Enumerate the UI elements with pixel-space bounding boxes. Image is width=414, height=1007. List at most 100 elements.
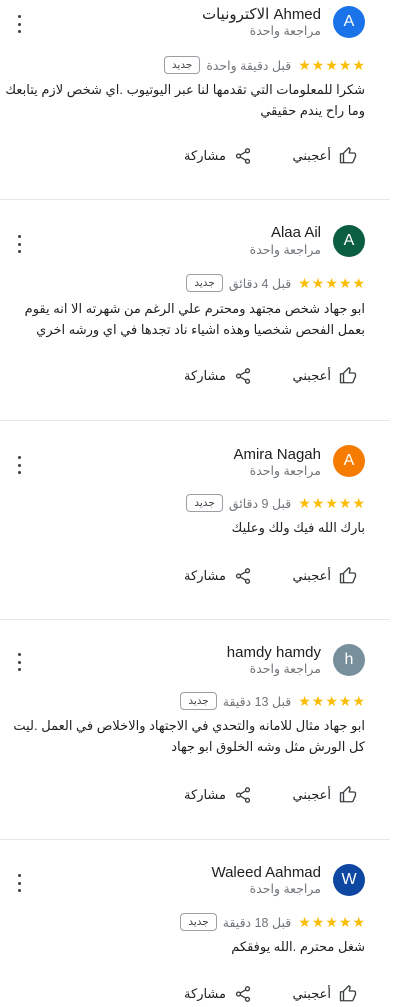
star-icon: ★ <box>325 693 338 709</box>
new-badge: جديد <box>186 274 223 292</box>
reviewer-name[interactable]: Waleed Aahmad <box>211 864 321 881</box>
like-label: أعجبني <box>292 986 331 1001</box>
star-icon: ★ <box>311 275 325 291</box>
star-icon: ★ <box>352 693 365 709</box>
reviewer-name[interactable]: Ahmed الاكترونيات <box>202 5 321 23</box>
star-icon: ★ <box>338 693 352 709</box>
avatar[interactable]: h <box>333 644 365 676</box>
share-button[interactable]: مشاركة <box>184 567 252 585</box>
review-text: شغل محترم .الله يوفقكم <box>231 939 365 954</box>
star-icon: ★ <box>311 57 325 73</box>
star-icon: ★ <box>325 495 338 511</box>
rating-stars: ★ ★ ★ ★ ★ <box>297 915 365 929</box>
avatar[interactable]: W <box>333 864 365 896</box>
review-card: A Ahmed الاكترونيات مراجعة واحدة ★ ★ ★ ★ ★ ق… <box>0 0 390 200</box>
star-icon: ★ <box>298 693 311 709</box>
share-label: مشاركة <box>184 368 226 383</box>
reviewer-name[interactable]: hamdy hamdy <box>227 644 321 661</box>
more-options-icon[interactable] <box>14 653 24 671</box>
avatar[interactable]: A <box>333 225 365 257</box>
star-icon: ★ <box>298 914 311 930</box>
share-label: مشاركة <box>184 148 226 163</box>
reviews-list: A Ahmed الاكترونيات مراجعة واحدة ★ ★ ★ ★ ★ ق… <box>0 0 414 1007</box>
review-meta: ★ ★ ★ ★ ★ قبل 13 دقيقة جديد <box>180 692 365 710</box>
new-badge: جديد <box>180 692 217 710</box>
like-button[interactable]: أعجبني <box>293 567 357 585</box>
reviewer-name[interactable]: Amira Nagah <box>233 446 321 463</box>
star-icon: ★ <box>325 914 338 930</box>
thumbs-up-icon <box>339 147 357 165</box>
review-count: مراجعة واحدة <box>249 24 321 38</box>
review-card: A Amira Nagah مراجعة واحدة ★ ★ ★ ★ ★ قبل 9 د… <box>0 421 390 620</box>
reviewer-name[interactable]: Alaa Ail <box>271 224 321 241</box>
review-card: A Alaa Ail مراجعة واحدة ★ ★ ★ ★ ★ قبل 4 دقائ… <box>0 200 390 421</box>
like-button[interactable]: أعجبني <box>293 147 357 165</box>
review-meta: ★ ★ ★ ★ ★ قبل دقيقة واحدة جديد <box>163 56 365 74</box>
share-icon <box>234 786 252 804</box>
star-icon: ★ <box>298 57 311 73</box>
star-icon: ★ <box>352 495 365 511</box>
share-button[interactable]: مشاركة <box>184 367 252 385</box>
new-badge: جديد <box>186 494 223 512</box>
star-icon: ★ <box>338 275 352 291</box>
star-icon: ★ <box>311 914 325 930</box>
review-time: قبل 4 دقائق <box>228 276 292 291</box>
review-card: W Waleed Aahmad مراجعة واحدة ★ ★ ★ ★ ★ قبل 1… <box>0 840 390 1007</box>
star-icon: ★ <box>298 495 311 511</box>
avatar[interactable]: A <box>333 445 365 477</box>
review-text: ابو جهاد مثال للامانه والتحدي في الاجتها… <box>13 718 365 754</box>
more-options-icon[interactable] <box>14 456 24 474</box>
star-icon: ★ <box>311 693 325 709</box>
review-count: مراجعة واحدة <box>249 243 321 257</box>
review-text: بارك الله فيك ولك وعليك <box>231 520 365 535</box>
review-text: شكرا للمعلومات التي تقدمها لنا عبر اليوت… <box>5 82 365 118</box>
rating-stars: ★ ★ ★ ★ ★ <box>297 58 365 72</box>
review-card: h hamdy hamdy مراجعة واحدة ★ ★ ★ ★ ★ قبل 13 … <box>0 620 390 840</box>
review-count: مراجعة واحدة <box>249 882 321 896</box>
thumbs-up-icon <box>339 985 357 1003</box>
thumbs-up-icon <box>339 567 357 585</box>
share-icon <box>234 147 252 165</box>
review-text: ابو جهاد شخص مجتهد ومحترم علي الرغم من ش… <box>24 301 365 337</box>
new-badge: جديد <box>163 56 201 74</box>
star-icon: ★ <box>352 914 365 930</box>
star-icon: ★ <box>325 57 338 73</box>
review-time: قبل دقيقة واحدة <box>206 58 292 73</box>
review-time: قبل 13 دقيقة <box>222 694 292 709</box>
share-label: مشاركة <box>184 986 226 1001</box>
share-icon <box>234 567 252 585</box>
share-label: مشاركة <box>184 787 226 802</box>
more-options-icon[interactable] <box>14 874 24 892</box>
star-icon: ★ <box>325 275 338 291</box>
share-label: مشاركة <box>184 568 226 583</box>
avatar[interactable]: A <box>333 6 365 38</box>
rating-stars: ★ ★ ★ ★ ★ <box>297 496 365 510</box>
star-icon: ★ <box>352 57 365 73</box>
review-meta: ★ ★ ★ ★ ★ قبل 18 دقيقة جديد <box>180 913 365 931</box>
star-icon: ★ <box>352 275 365 291</box>
like-label: أعجبني <box>292 148 331 163</box>
rating-stars: ★ ★ ★ ★ ★ <box>297 276 365 290</box>
more-options-icon[interactable] <box>14 15 24 33</box>
like-label: أعجبني <box>292 368 331 383</box>
review-time: قبل 18 دقيقة <box>222 915 292 930</box>
share-button[interactable]: مشاركة <box>184 985 252 1003</box>
like-label: أعجبني <box>292 787 331 802</box>
star-icon: ★ <box>338 57 352 73</box>
more-options-icon[interactable] <box>14 235 24 253</box>
star-icon: ★ <box>338 914 352 930</box>
like-button[interactable]: أعجبني <box>293 985 357 1003</box>
share-button[interactable]: مشاركة <box>184 147 252 165</box>
star-icon: ★ <box>338 495 352 511</box>
thumbs-up-icon <box>339 367 357 385</box>
like-button[interactable]: أعجبني <box>293 786 357 804</box>
new-badge: جديد <box>180 913 217 931</box>
review-meta: ★ ★ ★ ★ ★ قبل 9 دقائق جديد <box>186 494 365 512</box>
review-count: مراجعة واحدة <box>249 662 321 676</box>
thumbs-up-icon <box>339 786 357 804</box>
share-button[interactable]: مشاركة <box>184 786 252 804</box>
share-icon <box>234 367 252 385</box>
star-icon: ★ <box>311 495 325 511</box>
like-button[interactable]: أعجبني <box>293 367 357 385</box>
review-meta: ★ ★ ★ ★ ★ قبل 4 دقائق جديد <box>186 274 365 292</box>
